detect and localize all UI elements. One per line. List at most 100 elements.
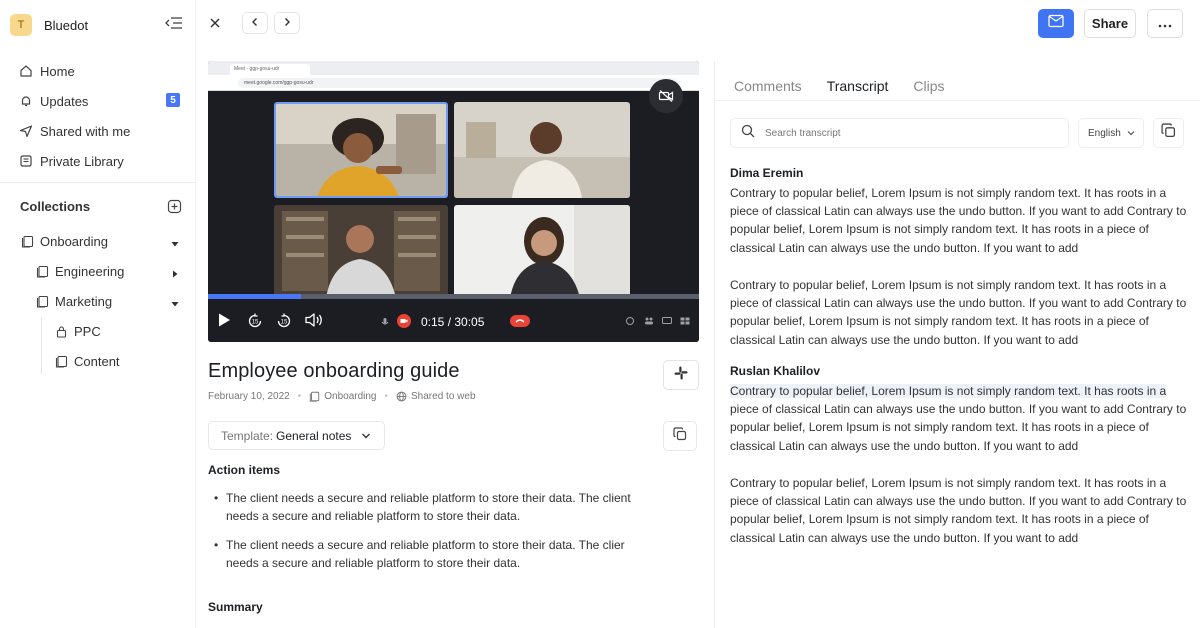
more-options-button[interactable] (1147, 9, 1183, 38)
slack-icon (674, 366, 688, 385)
copy-icon (673, 426, 687, 446)
share-button[interactable]: Share (1084, 9, 1136, 38)
copy-notes-button[interactable] (663, 421, 697, 451)
chevron-down-icon (1127, 128, 1135, 139)
highlighted-transcript-text: Contrary to popular belief, Lorem Ipsum … (730, 384, 1167, 398)
template-value: General notes (276, 428, 352, 443)
folder-icon (20, 234, 34, 248)
playback-time: 0:15 / 30:05 (421, 315, 485, 329)
browser-tab-bar: Meet - ggp-gosu-udr (208, 61, 699, 75)
participant-video (274, 205, 448, 298)
transcript-paragraph: Contrary to popular belief, Lorem Ipsum … (730, 382, 1188, 455)
template-label: Template: (221, 428, 274, 443)
bullet-dot: • (214, 491, 219, 505)
home-icon (18, 63, 34, 79)
meet-people-icon (644, 317, 654, 325)
chevron-down-icon (361, 429, 371, 443)
doc-collection-link[interactable]: Onboarding (324, 391, 376, 402)
template-select[interactable]: Template: General notes (208, 421, 385, 450)
forward-15-icon[interactable]: 15 (275, 312, 293, 330)
meet-mic-icon (380, 317, 390, 327)
summary-heading: Summary (208, 600, 263, 614)
caret-down-icon[interactable] (170, 296, 180, 307)
meet-info-icon (626, 317, 634, 325)
action-item-text: The client needs a secure and reliable p… (226, 491, 631, 523)
language-value: English (1088, 127, 1121, 139)
workspace-switcher[interactable]: T Bluedot (10, 13, 88, 37)
sidebar-item-shared[interactable]: Shared with me (18, 120, 186, 142)
participant-tile (274, 205, 448, 298)
volume-icon[interactable] (304, 311, 324, 329)
participant-video (276, 104, 446, 196)
sidebar-item-updates[interactable]: Updates 5 (18, 90, 186, 112)
collection-ppc[interactable]: PPC (54, 320, 101, 342)
folder-icon (35, 264, 49, 278)
browser-tab: Meet - ggp-gosu-udr (230, 64, 310, 75)
transcript-paragraph: Contrary to popular belief, Lorem Ipsum … (730, 476, 1187, 545)
slack-share-button[interactable] (663, 360, 699, 390)
panel-tabs: Comments Transcript Clips (734, 78, 970, 98)
tab-clips[interactable]: Clips (913, 78, 944, 98)
sidebar-item-home[interactable]: Home (18, 60, 186, 82)
collection-onboarding[interactable]: Onboarding (20, 230, 108, 252)
send-icon (18, 123, 34, 139)
folder-icon (54, 354, 68, 368)
mail-check-icon (1048, 14, 1064, 33)
collection-content[interactable]: Content (54, 350, 120, 372)
sidebar-divider (0, 182, 196, 183)
folder-icon (35, 294, 49, 308)
svg-text:15: 15 (281, 320, 288, 326)
workspace-avatar: T (10, 14, 32, 36)
caret-right-icon[interactable] (170, 266, 180, 278)
play-icon[interactable] (216, 311, 232, 329)
share-status: Shared to web (411, 390, 476, 402)
sidebar-item-label: Shared with me (40, 123, 131, 139)
collection-label: Engineering (55, 263, 125, 279)
bell-icon (18, 93, 34, 109)
action-item-text: The client needs a secure and reliable p… (226, 538, 625, 570)
separator-dot: • (297, 390, 302, 402)
copy-transcript-button[interactable] (1153, 118, 1184, 148)
collection-label: Marketing (55, 293, 113, 309)
video-player[interactable]: Meet - ggp-gosu-udr meet.google.com/ggp-… (208, 61, 699, 342)
camera-off-icon[interactable] (649, 79, 683, 113)
tree-guide-line (41, 318, 42, 374)
language-select[interactable]: English (1078, 118, 1144, 148)
doc-metadata: February 10, 2022 • Onboarding • Shared … (208, 389, 476, 403)
collection-label: Content (74, 353, 120, 369)
collection-label: PPC (74, 323, 101, 339)
workspace-name: Bluedot (44, 17, 89, 33)
transcript-paragraph: Contrary to popular belief, Lorem Ipsum … (730, 186, 1187, 255)
search-icon (741, 124, 755, 143)
rewind-15-icon[interactable]: 15 (246, 312, 264, 330)
collection-label: Onboarding (40, 233, 108, 249)
close-icon[interactable] (206, 14, 224, 32)
caret-down-icon[interactable] (170, 236, 180, 247)
library-icon (18, 153, 34, 169)
copy-icon (1161, 123, 1176, 143)
collection-marketing[interactable]: Marketing (35, 290, 112, 312)
page-title: Employee onboarding guide (208, 360, 460, 382)
collections-title: Collections (20, 199, 91, 214)
collection-engineering[interactable]: Engineering (35, 260, 124, 282)
speaker-name: Ruslan Khalilov (730, 364, 821, 378)
tab-transcript[interactable]: Transcript (827, 78, 889, 98)
speaker-name: Dima Eremin (730, 166, 804, 180)
meet-hangup-icon (510, 315, 530, 327)
participant-tile (454, 205, 630, 298)
search-input[interactable] (765, 127, 1045, 139)
action-item: • The client needs a secure and reliable… (214, 536, 634, 572)
next-button[interactable] (274, 12, 300, 34)
sidebar-item-label: Private Library (40, 153, 124, 169)
add-collection-icon[interactable] (167, 199, 182, 214)
collapse-sidebar-icon[interactable] (164, 14, 184, 32)
previous-button[interactable] (242, 12, 268, 34)
folder-icon (309, 391, 320, 402)
action-item: • The client needs a secure and reliable… (214, 489, 634, 525)
tab-comments[interactable]: Comments (734, 78, 802, 98)
email-button[interactable] (1038, 9, 1074, 38)
action-items-heading: Action items (208, 463, 281, 477)
browser-address-bar: meet.google.com/ggp-gosu-udr (208, 75, 699, 91)
transcript-search (730, 118, 1069, 148)
sidebar-item-private-library[interactable]: Private Library (18, 150, 186, 172)
